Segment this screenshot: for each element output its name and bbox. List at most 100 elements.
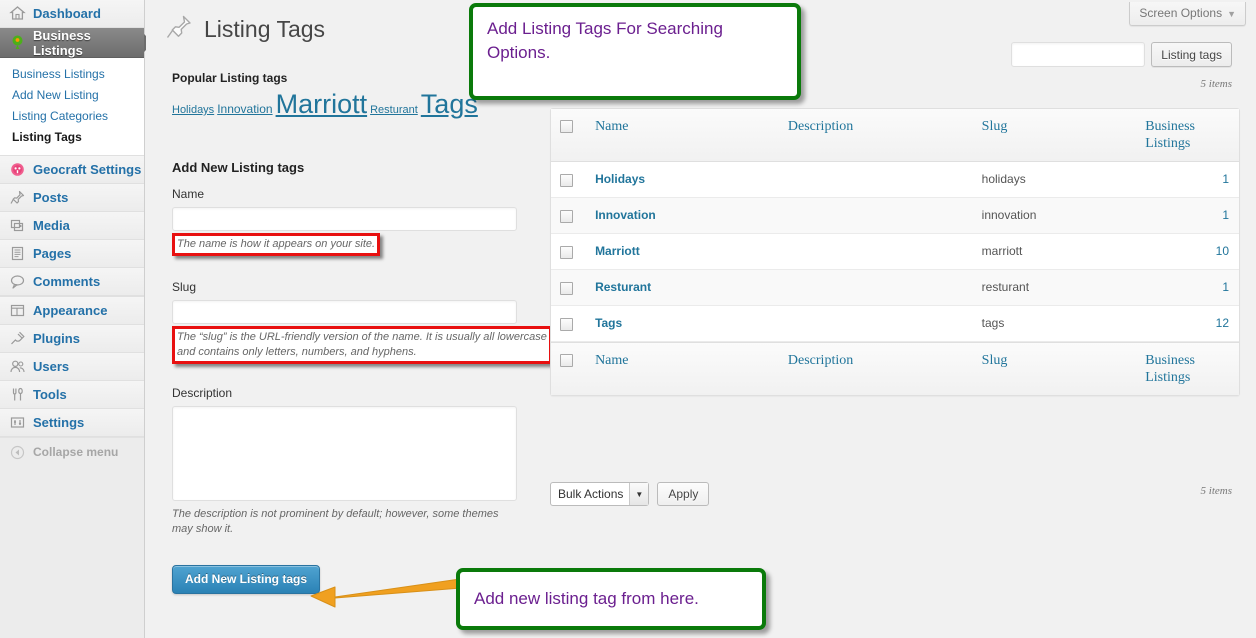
row-checkbox[interactable] [560, 318, 573, 331]
slug-label: Slug [172, 280, 197, 294]
select-all-header [551, 109, 586, 162]
plugins-icon [9, 330, 26, 347]
sidebar-item-users[interactable]: Users [0, 353, 144, 381]
row-checkbox[interactable] [560, 174, 573, 187]
admin-sidebar: Dashboard Business Listings Business Lis… [0, 0, 153, 638]
table-foot: Name Description Slug Business Listings [551, 342, 1239, 395]
column-footer-name[interactable]: Name [585, 342, 778, 395]
sidebar-item-label: Media [33, 218, 70, 233]
sidebar-item-business-listings[interactable]: Business Listings [0, 27, 153, 58]
sidebar-item-geocraft-settings[interactable]: Geocraft Settings [0, 156, 144, 184]
appearance-icon [9, 302, 26, 319]
sidebar-item-label: Business Listings [33, 27, 91, 58]
column-footer-slug[interactable]: Slug [971, 342, 1136, 395]
comments-icon [9, 273, 26, 290]
sidebar-item-comments[interactable]: Comments [0, 268, 144, 296]
description-textarea[interactable] [172, 406, 517, 501]
row-description-cell [777, 162, 972, 198]
tag-count-link[interactable]: 1 [1222, 280, 1229, 294]
sidebar-item-label: Users [33, 359, 70, 374]
tag-cloud-link[interactable]: Holidays [172, 104, 214, 116]
row-slug-cell: resturant [971, 270, 1136, 306]
row-description-cell [777, 198, 972, 234]
sidebar-subitem-listing-tags[interactable]: Listing Tags [0, 127, 144, 148]
collapse-menu-button[interactable]: Collapse menu [0, 437, 144, 466]
row-description-cell [777, 234, 972, 270]
name-input[interactable] [172, 207, 517, 231]
sidebar-item-plugins[interactable]: Plugins [0, 325, 144, 353]
search-listing-tags-button[interactable]: Listing tags [1151, 42, 1232, 67]
geocraft-icon [9, 161, 26, 178]
tag-name-link[interactable]: Resturant [595, 280, 651, 294]
tag-count-link[interactable]: 10 [1216, 244, 1229, 258]
select-all-checkbox-footer[interactable] [560, 354, 573, 367]
screen-options-label: Screen Options [1139, 6, 1223, 20]
sidebar-item-label: Comments [33, 274, 101, 289]
row-checkbox[interactable] [560, 282, 573, 295]
items-count-top: 5 items [1200, 78, 1232, 90]
column-header-name[interactable]: Name [585, 109, 778, 162]
sidebar-item-dashboard[interactable]: Dashboard [0, 0, 144, 28]
annotation-callout-top-text: Add Listing Tags For Searching Options. [487, 19, 723, 62]
column-header-business-listings[interactable]: Business Listings [1135, 109, 1239, 162]
pin-icon [164, 12, 194, 45]
tag-name-link[interactable]: Tags [595, 316, 622, 330]
column-header-slug[interactable]: Slug [971, 109, 1136, 162]
table-row: Holidays holidays 1 [551, 162, 1239, 198]
tools-icon [9, 386, 26, 403]
tag-count-link[interactable]: 1 [1222, 208, 1229, 222]
column-header-description[interactable]: Description [777, 109, 972, 162]
select-all-checkbox[interactable] [560, 120, 573, 133]
name-help-text: The name is how it appears on your site. [177, 238, 376, 250]
tag-name-link[interactable]: Marriott [595, 244, 640, 258]
business-listings-icon [9, 34, 26, 51]
slug-input[interactable] [172, 300, 517, 324]
tag-count-link[interactable]: 1 [1222, 172, 1229, 186]
description-label: Description [172, 386, 233, 400]
tag-cloud-link[interactable]: Innovation [217, 102, 272, 116]
sidebar-item-settings[interactable]: Settings [0, 409, 144, 437]
row-checkbox[interactable] [560, 246, 573, 259]
row-count-cell: 10 [1135, 234, 1239, 270]
row-checkbox-cell [551, 306, 586, 342]
sidebar-item-label: Pages [33, 246, 72, 261]
sidebar-item-tools[interactable]: Tools [0, 381, 144, 409]
screen-options-button[interactable]: Screen Options ▼ [1129, 2, 1246, 26]
tag-cloud-link[interactable]: Marriott [276, 89, 368, 119]
row-name-cell: Marriott [585, 234, 778, 270]
tag-slug: tags [981, 316, 1005, 330]
tag-name-link[interactable]: Holidays [595, 172, 645, 186]
sidebar-subitem-add-new-listing[interactable]: Add New Listing [0, 85, 144, 106]
sidebar-subitem-business-listings[interactable]: Business Listings [0, 64, 144, 85]
media-icon [9, 217, 26, 234]
sidebar-subitem-listing-categories[interactable]: Listing Categories [0, 106, 144, 127]
tags-table: Name Description Slug Business Listings … [550, 108, 1240, 396]
collapse-menu-label: Collapse menu [33, 445, 119, 459]
row-checkbox[interactable] [560, 210, 573, 223]
bulk-actions-value: Bulk Actions [558, 487, 624, 501]
annotation-callout-bottom: Add new listing tag from here. [456, 568, 766, 630]
row-slug-cell: marriott [971, 234, 1136, 270]
row-checkbox-cell [551, 198, 586, 234]
row-description-cell [777, 306, 972, 342]
table-row: Resturant resturant 1 [551, 270, 1239, 306]
bulk-actions-select[interactable]: Bulk Actions ▼ [550, 482, 650, 506]
tag-count-link[interactable]: 12 [1216, 316, 1229, 330]
sidebar-item-label: Appearance [33, 303, 108, 318]
sidebar-item-pages[interactable]: Pages [0, 240, 144, 268]
sidebar-item-posts[interactable]: Posts [0, 184, 144, 212]
slug-help-text: The “slug” is the URL-friendly version o… [177, 331, 547, 358]
apply-button[interactable]: Apply [657, 482, 710, 506]
column-footer-description[interactable]: Description [777, 342, 972, 395]
tag-cloud-link[interactable]: Resturant [370, 104, 418, 116]
column-footer-business-listings[interactable]: Business Listings [1135, 342, 1239, 395]
sidebar-item-media[interactable]: Media [0, 212, 144, 240]
annotation-callout-bottom-text: Add new listing tag from here. [474, 589, 699, 608]
search-input[interactable] [1011, 42, 1146, 67]
sidebar-item-label: Plugins [33, 331, 80, 346]
row-count-cell: 1 [1135, 162, 1239, 198]
add-new-listing-tags-button[interactable]: Add New Listing tags [172, 565, 321, 594]
tag-name-link[interactable]: Innovation [595, 208, 656, 222]
sidebar-item-appearance[interactable]: Appearance [0, 297, 144, 325]
tag-slug: innovation [981, 208, 1037, 222]
